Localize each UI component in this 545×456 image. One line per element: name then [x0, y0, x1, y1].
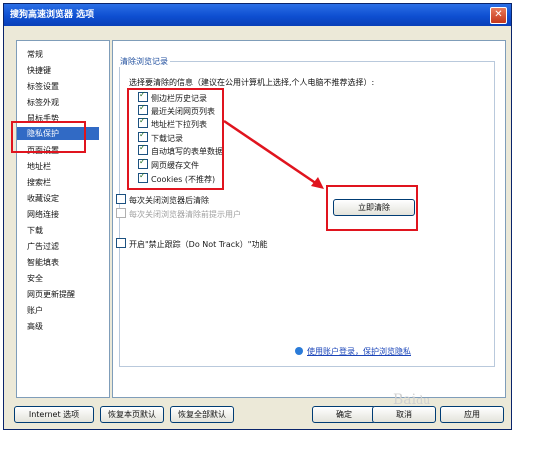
nav-item-tab-appearance[interactable]: 标签外观 — [27, 97, 59, 108]
annotation-box-options — [127, 88, 224, 190]
checkbox-icon — [116, 238, 126, 248]
checkbox-do-not-track[interactable]: 开启"禁止跟踪（Do Not Track）"功能 — [116, 238, 267, 250]
nav-item-download[interactable]: 下载 — [27, 225, 43, 236]
cancel-button[interactable]: 取消 — [372, 406, 436, 423]
title-bar: 搜狗高速浏览器 选项 ✕ — [4, 4, 511, 26]
watermark-logo: Baidu — [393, 392, 431, 408]
options-dialog: 搜狗高速浏览器 选项 ✕ 常规 快捷键 标签设置 标签外观 鼠标手势 隐私保护 … — [3, 3, 512, 430]
annotation-box-clear-button — [326, 185, 418, 231]
ie-options-button[interactable]: Internet 选项 — [14, 406, 94, 423]
clear-instruction: 选择要清除的信息（建议在公用计算机上选择,个人电脑不推荐选择）: — [129, 78, 375, 87]
checkbox-icon — [116, 208, 126, 218]
checkbox-label: 每次关闭浏览器后清除 — [129, 196, 209, 205]
nav-item-account[interactable]: 账户 — [27, 305, 43, 316]
close-icon: ✕ — [494, 9, 503, 20]
nav-item-shortcuts[interactable]: 快捷键 — [27, 65, 51, 76]
nav-item-network[interactable]: 网络连接 — [27, 209, 59, 220]
nav-item-advanced[interactable]: 高级 — [27, 321, 43, 332]
checkbox-label: 开启"禁止跟踪（Do Not Track）"功能 — [129, 240, 268, 249]
window-title: 搜狗高速浏览器 选项 — [10, 10, 95, 20]
options-nav-list: 常规 快捷键 标签设置 标签外观 鼠标手势 隐私保护 页面设置 地址栏 搜索栏 … — [16, 40, 110, 398]
ok-button[interactable]: 确定 — [312, 406, 376, 423]
account-login-link[interactable]: 使用账户登录，保护浏览隐私 — [307, 346, 411, 357]
nav-item-adblock[interactable]: 广告过滤 — [27, 241, 59, 252]
nav-item-tab-settings[interactable]: 标签设置 — [27, 81, 59, 92]
group-title: 清除浏览记录 — [118, 56, 170, 67]
checkbox-label: 每次关闭浏览器清除前提示用户 — [129, 210, 241, 219]
restore-all-default-button[interactable]: 恢复全部默认 — [170, 406, 234, 423]
annotation-box-nav — [11, 121, 86, 153]
nav-item-favorites[interactable]: 收藏设定 — [27, 193, 59, 204]
nav-item-security[interactable]: 安全 — [27, 273, 43, 284]
restore-page-default-button[interactable]: 恢复本页默认 — [100, 406, 164, 423]
nav-item-address-bar[interactable]: 地址栏 — [27, 161, 51, 172]
nav-item-general[interactable]: 常规 — [27, 49, 43, 60]
apply-button[interactable]: 应用 — [440, 406, 504, 423]
close-button[interactable]: ✕ — [490, 7, 507, 24]
checkbox-prompt-before-clear: 每次关闭浏览器清除前提示用户 — [116, 208, 241, 220]
checkbox-clear-on-close[interactable]: 每次关闭浏览器后清除 — [116, 194, 209, 206]
checkbox-icon — [116, 194, 126, 204]
nav-item-page-update-alert[interactable]: 网页更新提醒 — [27, 289, 75, 300]
shield-icon — [295, 347, 303, 355]
nav-item-autofill[interactable]: 智能填表 — [27, 257, 59, 268]
nav-item-search-bar[interactable]: 搜索栏 — [27, 177, 51, 188]
